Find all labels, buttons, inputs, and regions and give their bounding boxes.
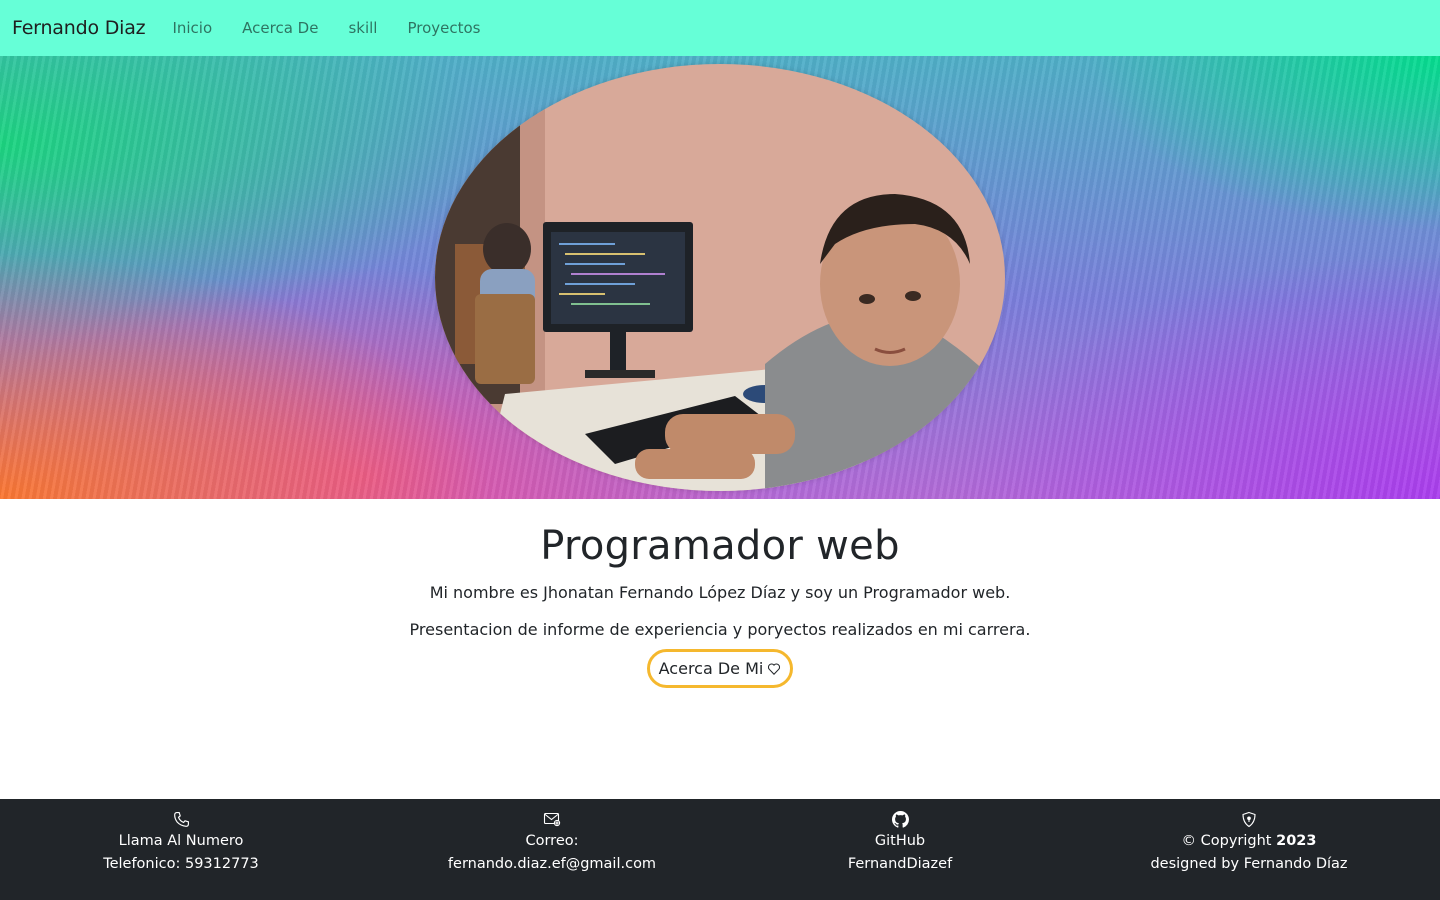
footer-email: Correo: fernando.diaz.ef@gmail.com (362, 799, 742, 900)
envelope-icon (543, 810, 561, 828)
github-label: GitHub (874, 833, 926, 849)
hero-banner (0, 56, 1440, 499)
profile-photo (435, 64, 1005, 491)
nav-link-proyectos[interactable]: Proyectos (392, 19, 495, 37)
nav-link-acerca-de[interactable]: Acerca De (227, 19, 333, 37)
intro-text: Mi nombre es Jhonatan Fernando López Día… (429, 583, 1011, 602)
brand-link[interactable]: Fernando Diaz (12, 17, 146, 39)
page-title: Programador web (540, 523, 900, 569)
email-address[interactable]: fernando.diaz.ef@gmail.com (448, 853, 656, 876)
footer-github: GitHub FernandDiazef (742, 799, 1058, 900)
phone-icon (173, 810, 190, 828)
navbar: Fernando Diaz Inicio Acerca De skill Pro… (0, 0, 1440, 56)
github-icon[interactable] (891, 810, 909, 828)
phone-label: Llama Al Numero (118, 833, 244, 849)
about-me-button-label: Acerca De Mi (658, 659, 764, 678)
designer-credit: designed by Fernando Díaz (1150, 856, 1348, 872)
footer-phone: Llama Al Numero Telefonico: 59312773 (0, 799, 362, 900)
github-username[interactable]: FernandDiazef (848, 853, 952, 876)
shield-icon (1241, 810, 1257, 828)
main-content: Programador web Mi nombre es Jhonatan Fe… (0, 499, 1440, 688)
copyright-line: © Copyright 2023 (1182, 830, 1317, 853)
copyright-text: Copyright (1196, 833, 1277, 849)
nav-link-skill[interactable]: skill (333, 19, 392, 37)
description-text: Presentacion de informe de experiencia y… (409, 620, 1031, 639)
copyright-symbol: © (1181, 833, 1197, 849)
nav-link-inicio[interactable]: Inicio (157, 19, 227, 37)
email-label: Correo: (525, 833, 579, 849)
phone-number[interactable]: Telefonico: 59312773 (103, 853, 259, 876)
heart-icon (767, 661, 781, 677)
footer: Llama Al Numero Telefonico: 59312773 Cor… (0, 799, 1440, 900)
about-me-button[interactable]: Acerca De Mi (646, 649, 794, 688)
copyright-year: 2023 (1276, 833, 1317, 849)
footer-copyright: © Copyright 2023 designed by Fernando Dí… (1058, 799, 1440, 900)
